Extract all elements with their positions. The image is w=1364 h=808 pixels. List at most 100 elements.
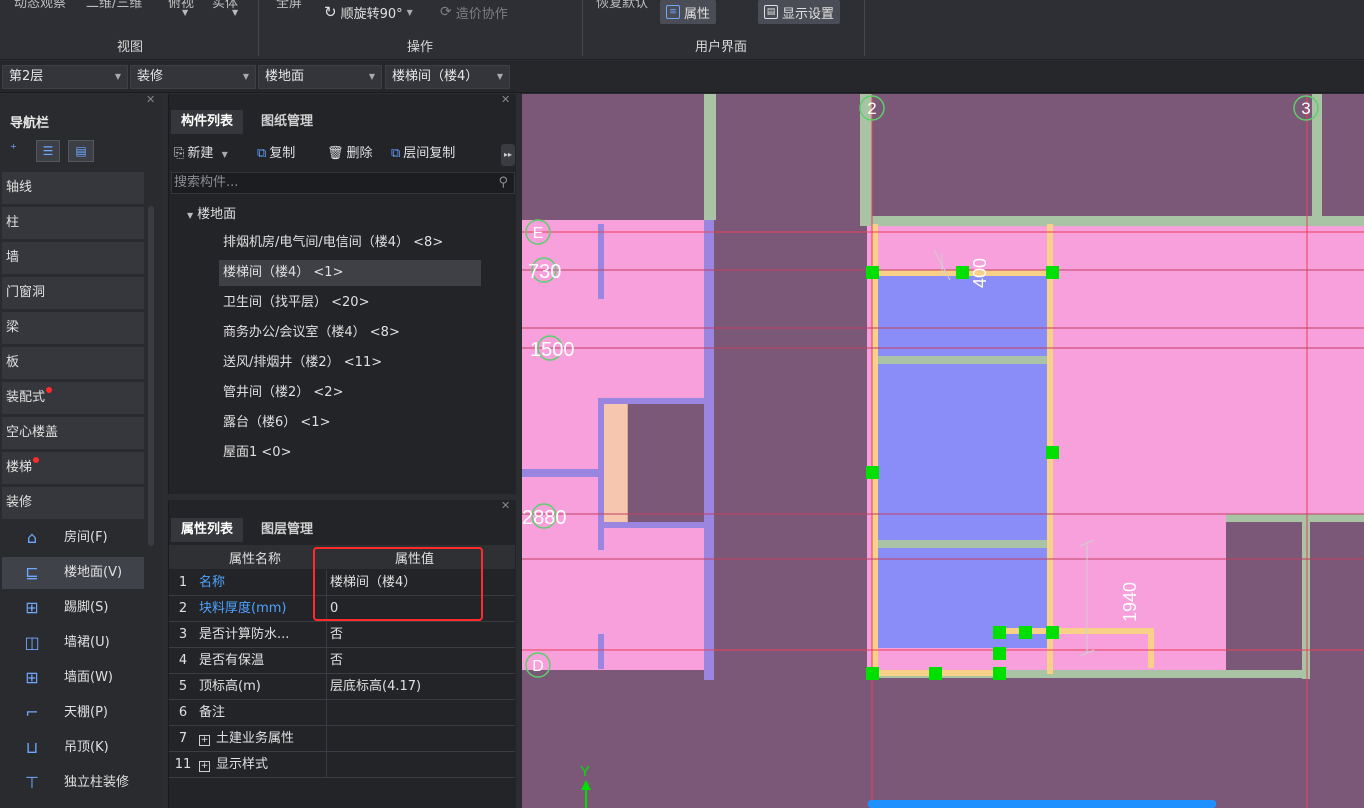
nav-sub-room[interactable]: ⌂ 房间(F) <box>2 522 144 554</box>
property-row-group[interactable]: 7 + 土建业务属性 <box>169 726 515 752</box>
tree-item[interactable]: 商务办公/会议室（楼4） <8> <box>219 320 404 346</box>
tree-root[interactable]: ▼ 楼地面 <box>187 203 236 222</box>
cost-collab-button[interactable]: ⟳ 造价协作 <box>434 0 514 24</box>
collab-icon: ⟳ <box>440 4 452 20</box>
nav-cat-prefab[interactable]: 装配式 <box>2 382 144 414</box>
2d-3d-button[interactable]: 二维/三维 <box>86 0 142 11</box>
cad-drawing[interactable]: 2 3 E D 730 1500 2880 400 1940 Y <box>522 94 1364 808</box>
close-icon[interactable]: ✕ <box>501 499 510 512</box>
floor-dropdown[interactable]: 第2层 ▼ <box>2 65 128 89</box>
component-dropdown[interactable]: 楼梯间（楼4） ▼ <box>385 65 510 89</box>
chevron-down-icon[interactable]: ▼ <box>232 8 238 17</box>
nav-cat-hollow-slab[interactable]: 空心楼盖 <box>2 417 144 449</box>
property-value-input[interactable]: 层底标高(4.17) <box>326 674 516 700</box>
nav-cat-column[interactable]: 柱 <box>2 207 144 239</box>
expand-icon[interactable]: + <box>199 735 210 746</box>
chevron-down-icon: ▼ <box>242 72 249 81</box>
grip-point[interactable] <box>1046 626 1059 639</box>
nav-sub-column-finish[interactable]: ⊤ 独立柱装修 <box>2 767 144 799</box>
expand-icon[interactable]: + <box>199 761 210 772</box>
dimension-1940: 1940 <box>1120 582 1140 622</box>
search-icon: ⚲ <box>498 175 508 190</box>
chevron-down-icon: ▼ <box>187 211 194 220</box>
grip-point[interactable] <box>993 667 1006 680</box>
grip-point[interactable] <box>1046 446 1059 459</box>
tab-layer-management[interactable]: 图层管理 <box>251 518 323 542</box>
properties-toggle-button[interactable]: ≡ 属性 <box>660 0 717 24</box>
wall <box>704 220 714 680</box>
close-icon[interactable]: ✕ <box>501 93 510 106</box>
property-row-group[interactable]: 11 + 显示样式 <box>169 752 515 778</box>
tree-item-selected[interactable]: 楼梯间（楼4） <1> <box>219 260 481 286</box>
svg-text:E: E <box>533 225 544 242</box>
group-title-ui: 用户界面 <box>695 40 748 55</box>
display-settings-button[interactable]: ▤ 显示设置 <box>758 0 841 24</box>
more-icon[interactable]: ▸▸ <box>501 144 515 166</box>
nav-sub-wall-surface[interactable]: ⊞ 墙面(W) <box>2 662 144 694</box>
copy-button[interactable]: ⧉ 复制 <box>257 144 295 164</box>
grip-point[interactable] <box>956 266 969 279</box>
chevron-down-icon[interactable]: ▼ <box>182 8 188 17</box>
nav-cat-openings[interactable]: 门窗洞 <box>2 277 144 309</box>
nav-scrollbar[interactable] <box>148 206 154 546</box>
tab-properties[interactable]: 属性列表 <box>171 518 244 542</box>
nav-cat-beam[interactable]: 梁 <box>2 312 144 344</box>
nav-cat-stairs[interactable]: 楼梯 <box>2 452 144 484</box>
detail-view-icon[interactable]: ▤ <box>68 140 94 162</box>
nav-cat-slab[interactable]: 板 <box>2 347 144 379</box>
tree-item[interactable]: 排烟机房/电气间/电信间（楼4） <8> <box>219 230 447 256</box>
grip-point[interactable] <box>866 667 879 680</box>
nav-sub-ceiling[interactable]: ⌐ 天棚(P) <box>2 697 144 729</box>
notification-dot <box>46 387 53 393</box>
nav-cat-wall[interactable]: 墙 <box>2 242 144 274</box>
drawing-canvas[interactable]: 2 3 E D 730 1500 2880 400 1940 Y <box>522 94 1364 808</box>
nav-sub-floor-surface[interactable]: ⊑ 楼地面(V) <box>2 557 144 589</box>
rotate-90-button[interactable]: ↻ 顺旋转90° ▼ <box>318 0 419 24</box>
nav-sub-wainscot[interactable]: ◫ 墙裙(U) <box>2 627 144 659</box>
orbit-button[interactable]: 动态观察 <box>14 0 66 11</box>
new-button[interactable]: ⎘ 新建 ▼ <box>174 144 228 164</box>
tab-drawing-management[interactable]: 图纸管理 <box>251 110 323 134</box>
suspended-ceiling-icon: ⊔ <box>25 738 39 757</box>
ceiling-icon: ⌐ <box>25 703 39 722</box>
property-row[interactable]: 6 备注 <box>169 700 515 726</box>
property-row[interactable]: 5 顶标高(m) 层底标高(4.17) <box>169 674 515 700</box>
tree-item[interactable]: 送风/排烟井（楼2） <11> <box>219 350 386 376</box>
grip-point[interactable] <box>993 626 1006 639</box>
category-dropdown[interactable]: 装修 ▼ <box>130 65 256 89</box>
property-value-input[interactable]: 否 <box>326 622 516 648</box>
type-dropdown[interactable]: 楼地面 ▼ <box>258 65 382 89</box>
top-view-button[interactable]: 俯视 <box>168 0 194 11</box>
delete-button[interactable]: 🗑 删除 <box>327 144 373 164</box>
property-value-input[interactable]: 否 <box>326 648 516 674</box>
fullscreen-button[interactable]: 全屏 <box>276 0 302 11</box>
status-bar-blue <box>868 800 1216 808</box>
svg-text:3: 3 <box>1301 99 1310 118</box>
floor-copy-button[interactable]: ⧉ 层间复制 <box>391 144 455 164</box>
ribbon: 动态观察 二维/三维 俯视 实体 ▼ ▼ 全屏 ↻ 顺旋转90° ▼ ⟳ 造价协… <box>0 0 1364 60</box>
nav-sub-skirting[interactable]: ⊞ 踢脚(S) <box>2 592 144 624</box>
nav-cat-finishing[interactable]: 装修 <box>2 487 144 519</box>
nav-sub-suspended-ceiling[interactable]: ⊔ 吊顶(K) <box>2 732 144 764</box>
close-icon[interactable]: ✕ <box>146 93 155 106</box>
grip-point[interactable] <box>1019 626 1032 639</box>
sparkle-icon[interactable]: ⁺ <box>10 142 17 157</box>
tree-item[interactable]: 卫生间（找平层） <20> <box>219 290 373 316</box>
grip-point[interactable] <box>929 667 942 680</box>
tree-item[interactable]: 露台（楼6） <1> <box>219 410 334 436</box>
grip-point[interactable] <box>993 647 1006 660</box>
component-search-input[interactable]: 搜索构件... ⚲ <box>171 172 515 194</box>
property-row[interactable]: 4 是否有保温 否 <box>169 648 515 674</box>
grip-point[interactable] <box>1046 266 1059 279</box>
grip-point[interactable] <box>866 466 879 479</box>
property-value-input[interactable] <box>326 700 516 726</box>
tab-component-list[interactable]: 构件列表 <box>171 110 244 134</box>
wainscot-icon: ◫ <box>24 633 40 652</box>
tree-item[interactable]: 管井间（楼2） <2> <box>219 380 347 406</box>
tree-item[interactable]: 屋面1 <0> <box>219 440 295 466</box>
property-row[interactable]: 3 是否计算防水... 否 <box>169 622 515 648</box>
nav-cat-axis[interactable]: 轴线 <box>2 172 144 204</box>
grip-point[interactable] <box>866 266 879 279</box>
restore-default-button[interactable]: 恢复默认 <box>596 0 648 11</box>
list-view-icon[interactable]: ☰ <box>36 140 60 162</box>
